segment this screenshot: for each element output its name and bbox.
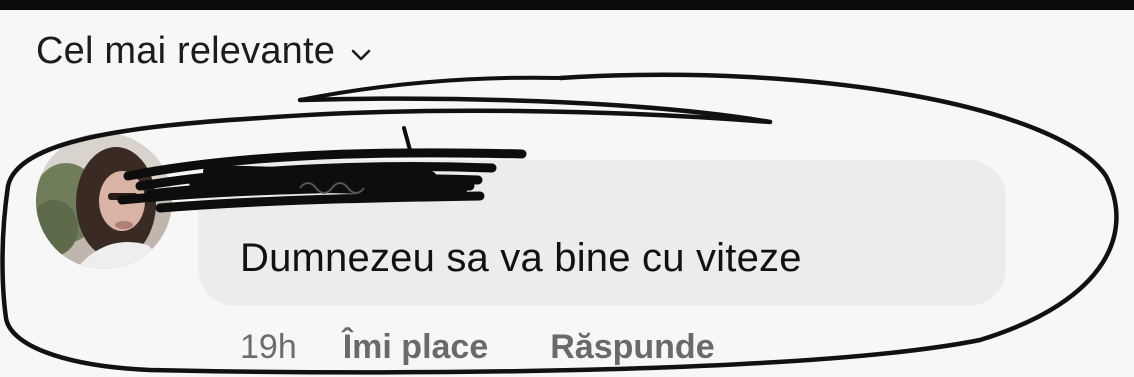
chevron-down-icon: [351, 49, 371, 60]
comment-actions: 19h Îmi place Răspunde: [240, 328, 715, 367]
sort-dropdown[interactable]: Cel mai relevante: [36, 30, 373, 73]
reply-button[interactable]: Răspunde: [550, 328, 714, 367]
top-edge-bar: [0, 0, 1134, 10]
avatar[interactable]: [36, 133, 172, 269]
sort-label: Cel mai relevante: [36, 30, 336, 72]
comment-bubble[interactable]: [198, 160, 1006, 306]
avatar-image: [36, 133, 172, 269]
comments-screenshot: Cel mai relevante Dumnezeu sa va bine cu…: [0, 0, 1134, 377]
like-button[interactable]: Îmi place: [343, 328, 489, 367]
comment-text: Dumnezeu sa va bine cu viteze: [240, 236, 802, 280]
comment-time: 19h: [240, 328, 297, 366]
